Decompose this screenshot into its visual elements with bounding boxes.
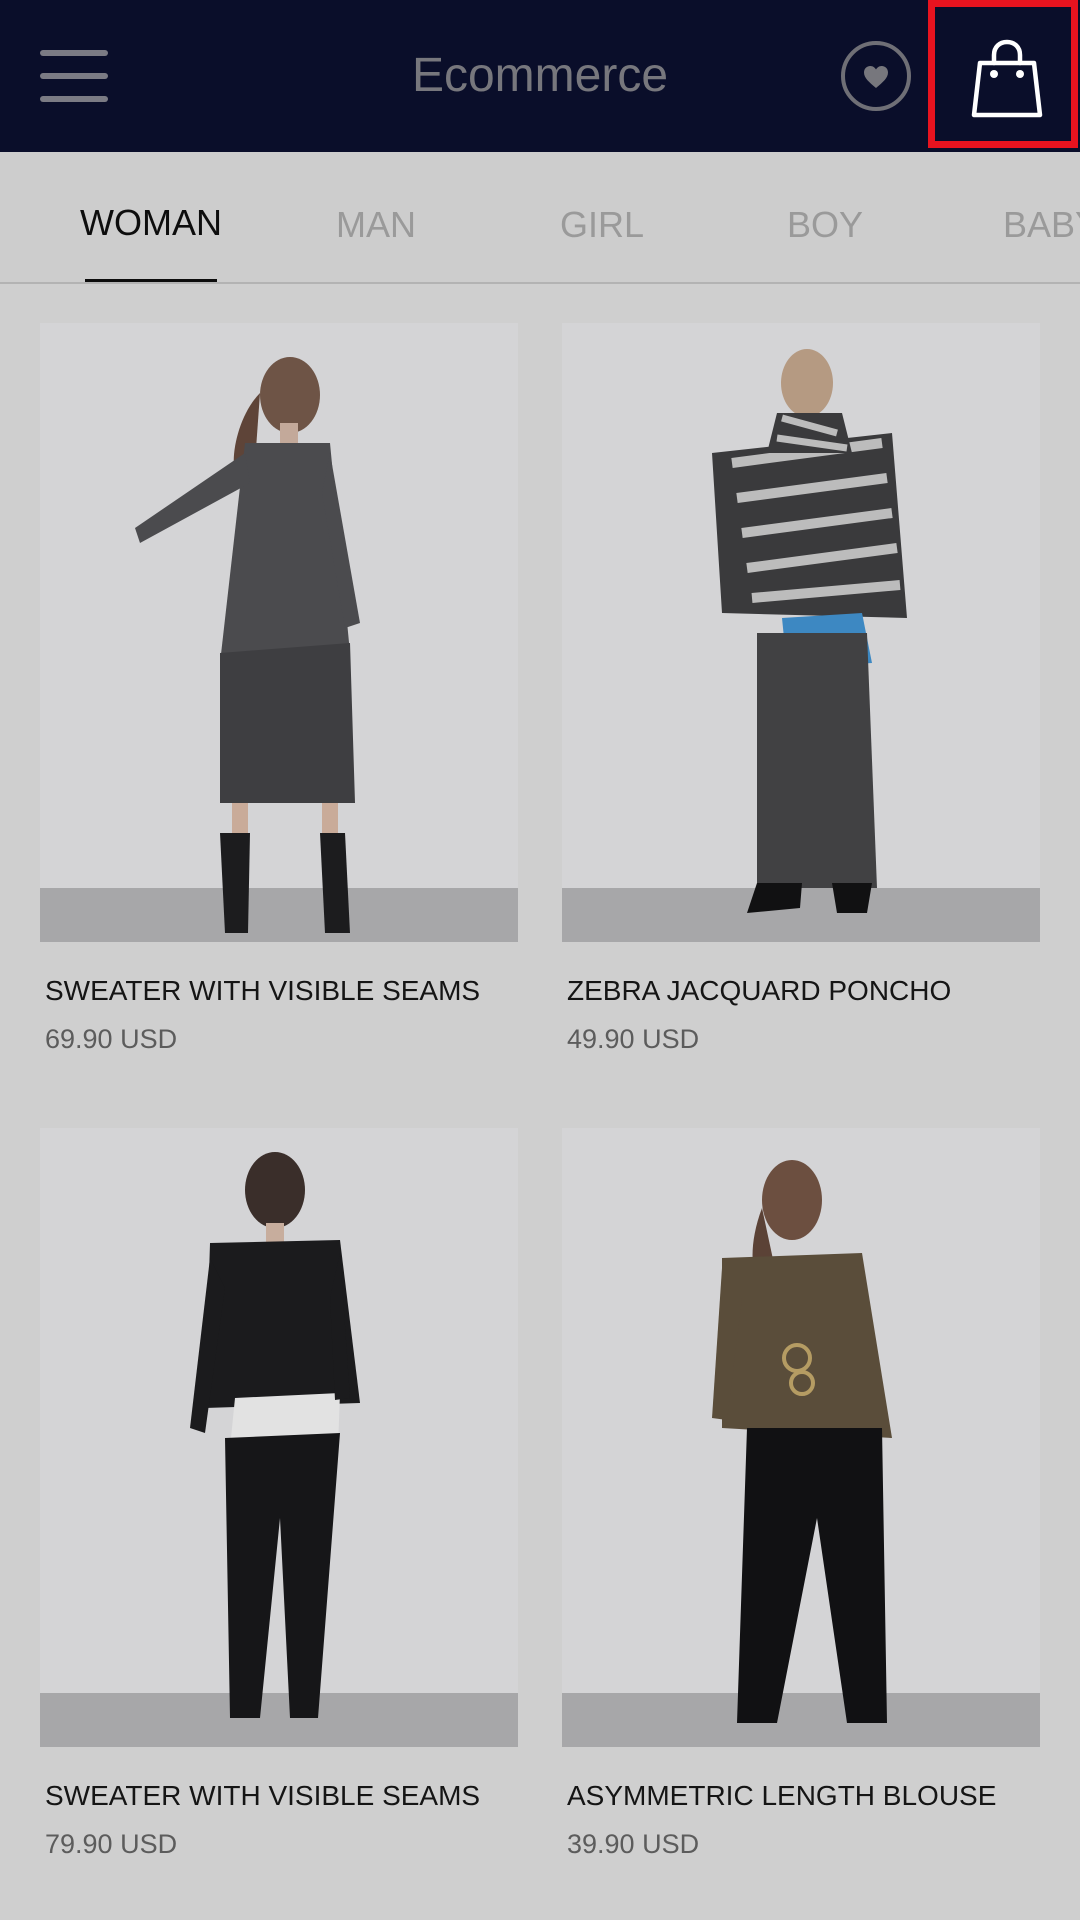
heart-icon (864, 66, 888, 88)
product-image[interactable] (40, 1128, 518, 1747)
tab-woman[interactable]: WOMAN (80, 152, 222, 282)
shopping-bag-icon (971, 39, 1043, 118)
product-price: 39.90 USD (567, 1829, 700, 1859)
tab-man[interactable]: MAN (336, 152, 416, 282)
app-header: Ecommerce (0, 0, 1080, 152)
product-name: ZEBRA JACQUARD PONCHO (567, 975, 952, 1006)
hamburger-menu-icon[interactable] (40, 50, 110, 102)
product-name: SWEATER WITH VISIBLE SEAMS (45, 1780, 481, 1811)
tab-girl[interactable]: GIRL (560, 152, 644, 282)
product-name: SWEATER WITH VISIBLE SEAMS (45, 975, 481, 1006)
product-image[interactable] (40, 323, 518, 942)
app-title: Ecommerce (411, 49, 669, 102)
favorites-button[interactable] (841, 41, 911, 111)
product-name: ASYMMETRIC LENGTH BLOUSE (567, 1780, 997, 1811)
category-tabs: WOMAN MAN GIRL BOY BABY (0, 152, 1080, 284)
product-image[interactable] (562, 1128, 1040, 1747)
product-price: 69.90 USD (45, 1024, 178, 1054)
tab-baby[interactable]: BABY (1003, 152, 1080, 282)
product-price: 49.90 USD (567, 1024, 700, 1054)
tab-boy[interactable]: BOY (787, 152, 863, 282)
shopping-bag-button[interactable] (928, 0, 1078, 148)
active-tab-indicator (85, 279, 217, 282)
product-image[interactable] (562, 323, 1040, 942)
product-price: 79.90 USD (45, 1829, 178, 1859)
